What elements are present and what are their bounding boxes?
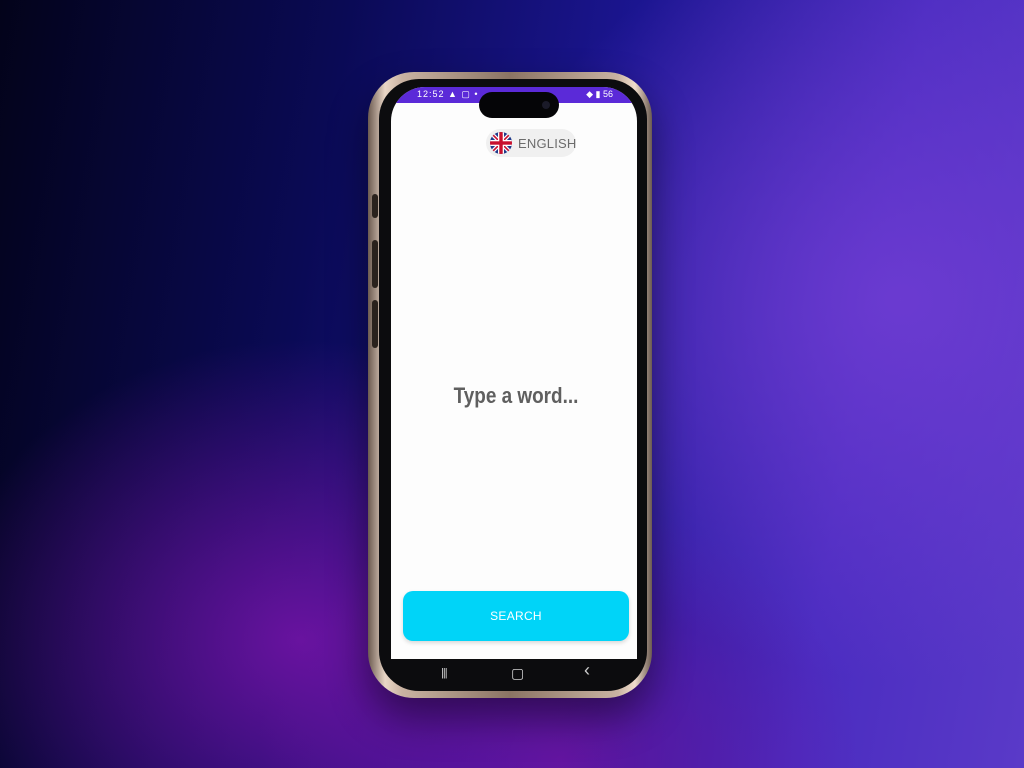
phone-bezel: 12:52 ▲ ▢ • ◆ ▮ 56 ENGLISH SEARCH — [379, 79, 647, 691]
navigation-bar: ||| ▢ ‹ — [379, 661, 647, 691]
search-input[interactable] — [408, 375, 624, 417]
status-indicators: ◆ ▮ 56 — [586, 89, 613, 99]
app-screen: 12:52 ▲ ▢ • ◆ ▮ 56 ENGLISH SEARCH — [391, 87, 637, 659]
dynamic-island — [479, 92, 559, 118]
recents-icon[interactable]: ||| — [441, 665, 448, 681]
uk-flag-icon — [490, 132, 512, 154]
volume-down-button — [372, 300, 378, 348]
volume-up-button — [372, 240, 378, 288]
front-camera-icon — [542, 101, 550, 109]
language-label: ENGLISH — [518, 136, 577, 151]
status-time: 12:52 ▲ ▢ • — [417, 89, 479, 99]
back-icon[interactable]: ‹ — [584, 661, 590, 679]
home-icon[interactable]: ▢ — [511, 665, 524, 681]
action-button — [372, 194, 378, 218]
search-button[interactable]: SEARCH — [403, 591, 629, 641]
language-selector[interactable]: ENGLISH — [486, 129, 576, 157]
